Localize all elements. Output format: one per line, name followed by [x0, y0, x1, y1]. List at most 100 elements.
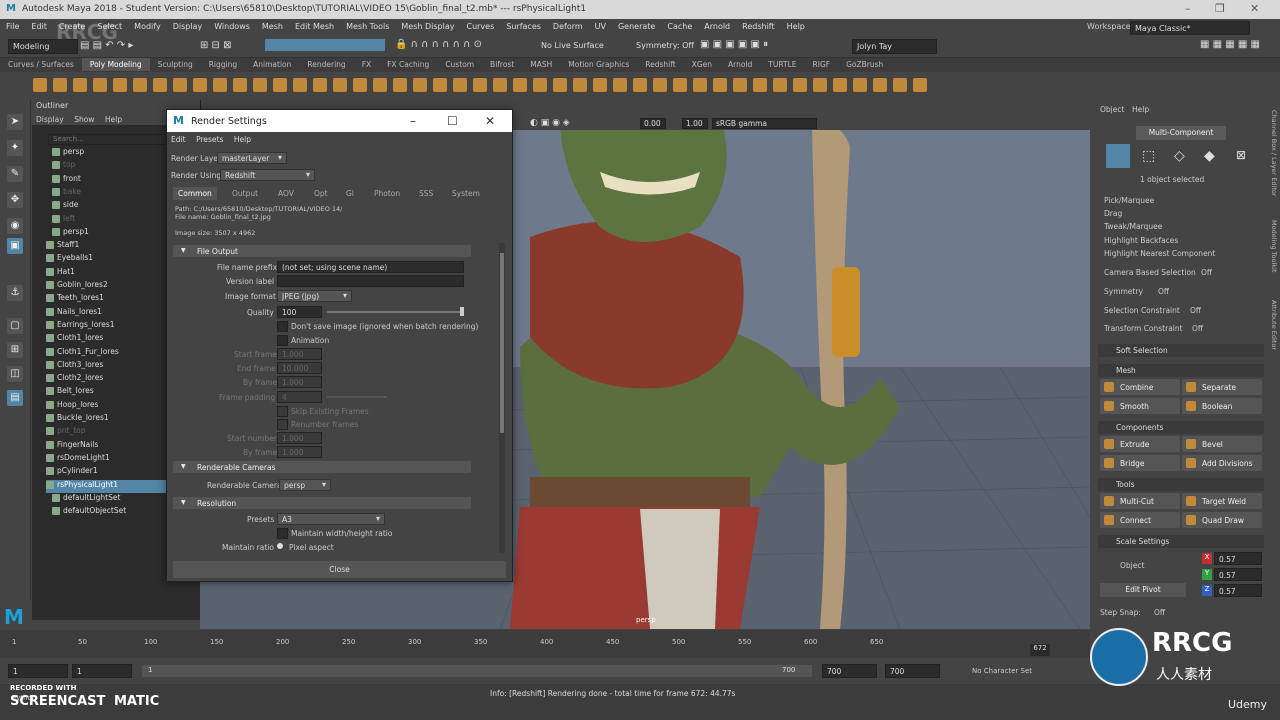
menu-help[interactable]: Help	[781, 19, 811, 31]
menu-surfaces[interactable]: Surfaces	[500, 19, 547, 31]
workspace-dropdown[interactable]: Maya Classic*	[1130, 21, 1250, 36]
highlight-nearest-checkbox[interactable]: Highlight Nearest Component	[1104, 249, 1215, 258]
shelf-tab-custom[interactable]: Custom	[437, 58, 482, 71]
edit-pivot-button[interactable]: Edit Pivot	[1100, 583, 1186, 597]
menu-mesh-tools[interactable]: Mesh Tools	[340, 19, 395, 31]
dialog-minimize-icon[interactable]: –	[410, 114, 416, 128]
extrude-button[interactable]: Extrude	[1100, 436, 1180, 452]
outliner-item[interactable]: Cloth1_lores	[46, 333, 166, 346]
tweak-marquee-option[interactable]: Tweak/Marquee	[1104, 222, 1162, 231]
move-tool-icon[interactable]: ✥	[7, 192, 23, 208]
outliner-item[interactable]: Hoop_lores	[46, 400, 166, 413]
shelf-icons[interactable]	[0, 72, 1090, 98]
outliner-item[interactable]: side	[52, 200, 172, 213]
bridge-button[interactable]: Bridge	[1100, 455, 1180, 471]
outliner-item[interactable]: Cloth1_Fur_lores	[46, 347, 166, 360]
outliner-item[interactable]: Nails_lores1	[46, 307, 166, 320]
shelf-tab-animation[interactable]: Animation	[245, 58, 299, 71]
smooth-button[interactable]: Smooth	[1100, 398, 1180, 414]
outliner-item[interactable]: Teeth_lores1	[46, 293, 166, 306]
outliner-item[interactable]: Cloth3_lores	[46, 360, 166, 373]
lasso-tool-icon[interactable]: ✦	[7, 140, 23, 156]
colorspace-dropdown[interactable]: sRGB gamma	[712, 118, 817, 129]
playback-start-field[interactable]: 1	[72, 664, 132, 678]
renderable-cameras-section[interactable]: Renderable Cameras	[173, 461, 471, 473]
outliner-item[interactable]: Belt_lores	[46, 386, 166, 399]
outliner-item[interactable]: Hat1	[46, 267, 166, 280]
paint-select-icon[interactable]: ✎	[7, 166, 23, 182]
time-slider[interactable]: 1 50 100 150 200 250 300 350 400 450 500 550 600 650 …	[0, 630, 1090, 658]
scale-settings-section[interactable]: Scale Settings	[1098, 535, 1264, 548]
face-mode-icon[interactable]: ◆	[1204, 148, 1215, 164]
last-tool-icon[interactable]: ⚓	[7, 285, 23, 301]
outliner-item[interactable]: front	[52, 174, 172, 187]
tab-gi[interactable]: GI	[341, 187, 359, 200]
multi-cut-button[interactable]: Multi-Cut	[1100, 493, 1180, 509]
outliner-item[interactable]: Goblin_lores2	[46, 280, 166, 293]
outliner-item[interactable]: left	[52, 214, 172, 227]
outliner-item[interactable]: rsDomeLight1	[46, 453, 166, 466]
shelf-tab-rigging[interactable]: Rigging	[201, 58, 245, 71]
live-surface-label[interactable]: No Live Surface	[541, 41, 604, 50]
scale-x-field[interactable]: 0.57	[1214, 552, 1262, 565]
connect-button[interactable]: Connect	[1100, 512, 1180, 528]
side-tab-modeling-toolkit[interactable]: Modeling Toolkit	[1268, 220, 1278, 272]
rotate-tool-icon[interactable]: ◉	[7, 218, 23, 234]
maintain-wh-checkbox[interactable]	[277, 528, 288, 539]
select-tool-icon[interactable]: ➤	[7, 114, 23, 130]
tab-sss[interactable]: SSS	[414, 187, 438, 200]
outliner-item[interactable]: Earrings_lores1	[46, 320, 166, 333]
select-mask-icons[interactable]	[265, 39, 385, 51]
tab-photon[interactable]: Photon	[369, 187, 405, 200]
single-view-icon[interactable]: ▢	[7, 318, 23, 334]
dialog-maximize-icon[interactable]: ☐	[447, 114, 458, 128]
shelf-tab-mash[interactable]: MASH	[522, 58, 560, 71]
version-label-input[interactable]	[277, 275, 464, 287]
shelf-tab-poly-modeling[interactable]: Poly Modeling	[81, 58, 150, 71]
rp-tab-help[interactable]: Help	[1132, 105, 1149, 114]
add-divisions-button[interactable]: Add Divisions	[1182, 455, 1262, 471]
outliner-menu-display[interactable]: Display	[32, 114, 68, 125]
separate-button[interactable]: Separate	[1182, 379, 1262, 395]
character-set-dropdown[interactable]: No Character Set	[972, 667, 1032, 675]
outliner-item[interactable]: pnt_top	[46, 426, 166, 439]
outliner-layout-icon[interactable]: ▤	[7, 390, 23, 406]
outliner-item[interactable]: defaultLightSet	[52, 493, 172, 506]
dialog-close-icon[interactable]: ✕	[485, 114, 495, 128]
maximize-icon[interactable]: ❐	[1215, 2, 1225, 15]
pixel-aspect-radio[interactable]	[277, 543, 283, 549]
outliner-menu-show[interactable]: Show	[70, 114, 98, 125]
menu-modify[interactable]: Modify	[128, 19, 167, 31]
components-section[interactable]: Components	[1098, 421, 1264, 434]
user-dropdown[interactable]: Jolyn Tay	[852, 39, 937, 54]
shelf-tab-sculpting[interactable]: Sculpting	[150, 58, 201, 71]
file-name-prefix-input[interactable]: (not set; using scene name)	[277, 261, 464, 273]
quality-slider-handle[interactable]	[460, 307, 464, 316]
menu-display[interactable]: Display	[167, 19, 209, 31]
playback-end-field[interactable]: 700	[822, 664, 877, 678]
pick-marquee-option[interactable]: Pick/Marquee	[1104, 196, 1154, 205]
menu-mesh[interactable]: Mesh	[256, 19, 289, 31]
shelf-tab-gozbrush[interactable]: GoZBrush	[838, 58, 891, 71]
quad-draw-button[interactable]: Quad Draw	[1182, 512, 1262, 528]
symmetry-value[interactable]: Off	[1158, 287, 1169, 296]
symmetry-label[interactable]: Symmetry: Off	[636, 41, 694, 50]
panel-toggle-icons[interactable]: ▦ ▦ ▦ ▦ ▦	[1200, 39, 1260, 50]
two-view-icon[interactable]: ◫	[7, 366, 23, 382]
vertex-mode-icon[interactable]: ⬚	[1142, 148, 1155, 164]
outliner-item[interactable]: rsPhysicalLight1	[46, 479, 166, 493]
shelf-tab-rigf[interactable]: RIGF	[805, 58, 839, 71]
outliner-search-input[interactable]: Search...	[48, 134, 178, 145]
outliner-item[interactable]: Staff1	[46, 240, 166, 253]
anim-start-field[interactable]: 1	[8, 664, 68, 678]
outliner-item[interactable]: persp1	[52, 227, 172, 240]
bevel-button[interactable]: Bevel	[1182, 436, 1262, 452]
rp-tab-object[interactable]: Object	[1100, 105, 1124, 114]
shelf-tab-curves-surfaces[interactable]: Curves / Surfaces	[0, 58, 82, 71]
close-icon[interactable]: ✕	[1250, 2, 1259, 15]
file-output-section[interactable]: File Output	[173, 245, 471, 257]
resolution-section[interactable]: Resolution	[173, 497, 471, 509]
menu-uv[interactable]: UV	[589, 19, 612, 31]
image-format-dropdown[interactable]: JPEG (jpg)	[277, 290, 352, 302]
menu-windows[interactable]: Windows	[208, 19, 256, 31]
